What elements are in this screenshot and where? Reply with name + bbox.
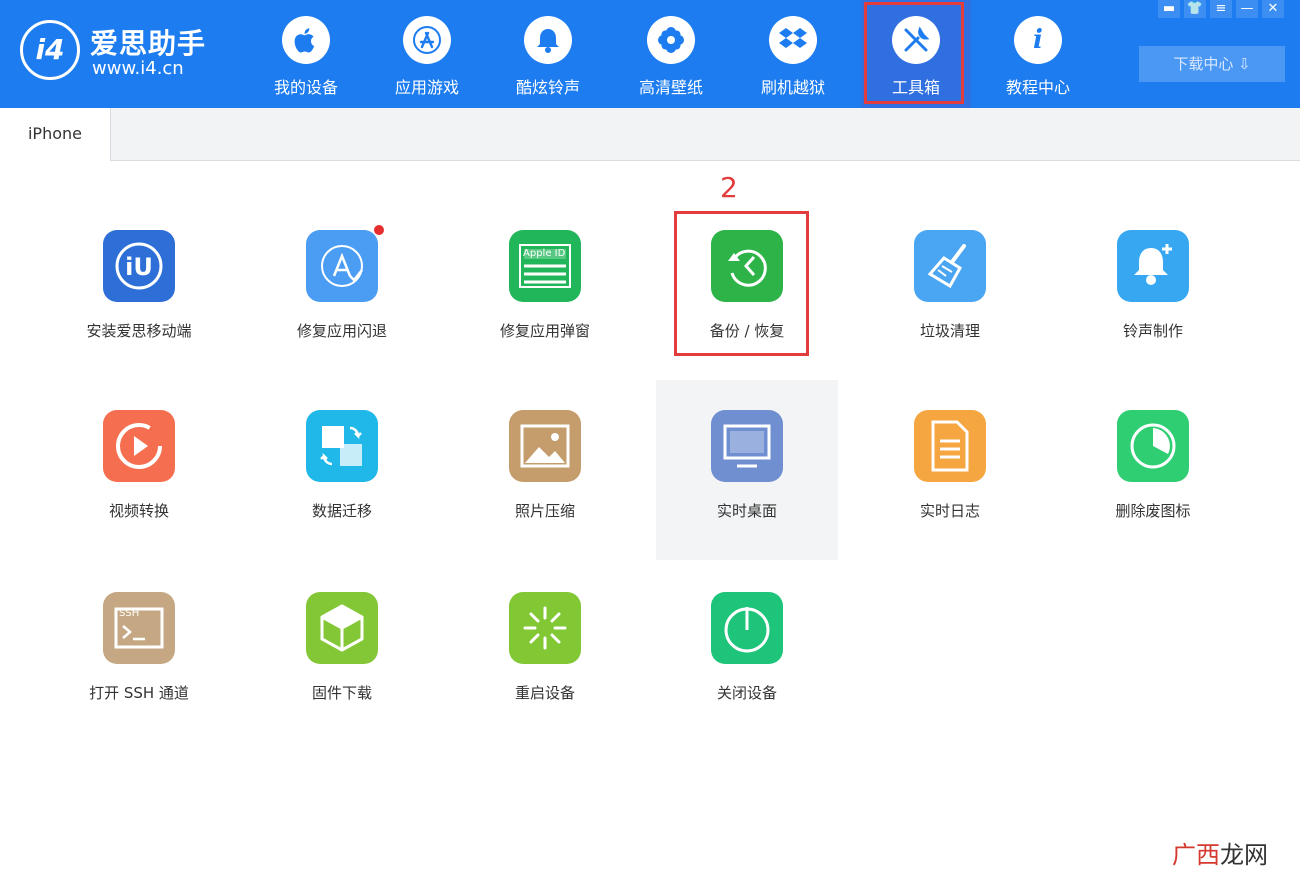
tool-junk-cleaner[interactable]: 垃圾清理 [859, 200, 1041, 380]
tool-delete-dead-icons[interactable]: 删除废图标 [1062, 380, 1244, 560]
tool-photo-compress[interactable]: 照片压缩 [454, 380, 636, 560]
nav-apps-games[interactable]: 应用游戏 [372, 0, 482, 108]
photo-icon [509, 410, 581, 482]
tool-restart-device[interactable]: 重启设备 [454, 562, 636, 742]
nav-ringtones[interactable]: 酷炫铃声 [493, 0, 603, 108]
tool-label: 修复应用闪退 [296, 322, 387, 340]
tool-ringtone-maker[interactable]: 铃声制作 [1062, 200, 1244, 380]
pie-icon [1117, 410, 1189, 482]
nav-label: 刷机越狱 [760, 78, 825, 97]
app-url: www.i4.cn [92, 58, 184, 79]
tool-label: 关闭设备 [716, 684, 777, 702]
i4-icon: iU [103, 230, 175, 302]
device-tab-bar: iPhone [0, 108, 1300, 161]
tool-label: 重启设备 [514, 684, 575, 702]
document-icon [914, 410, 986, 482]
nav-label: 应用游戏 [394, 78, 459, 97]
nav-flash-jailbreak[interactable]: 刷机越狱 [738, 0, 848, 108]
tool-label: 修复应用弹窗 [499, 322, 590, 340]
video-icon [103, 410, 175, 482]
tool-label: 固件下载 [311, 684, 372, 702]
window-controls: ▬ 👕 ≡ — ✕ [1158, 0, 1284, 18]
watermark: 广西龙网 [1172, 835, 1268, 870]
annotation-box-toolbox [864, 2, 964, 104]
minimize-icon[interactable]: — [1236, 0, 1258, 18]
migrate-icon [306, 410, 378, 482]
tool-video-convert[interactable]: 视频转换 [48, 380, 230, 560]
tool-label: 实时日志 [919, 502, 980, 520]
svg-text:iU: iU [125, 253, 153, 281]
ssh-text: SSH [119, 608, 140, 619]
tool-label: 视频转换 [108, 502, 169, 520]
tool-realtime-desktop[interactable]: 实时桌面 [656, 380, 838, 560]
close-icon[interactable]: ✕ [1262, 0, 1284, 18]
i4-logo-icon: i4 [20, 20, 80, 80]
app-repair-icon [306, 230, 378, 302]
apple-id-text: Apple ID [523, 248, 566, 259]
monitor-icon [711, 410, 783, 482]
app-title: 爱思助手 [90, 27, 207, 60]
tool-install-i4-mobile[interactable]: iU 安装爱思移动端 [48, 200, 230, 380]
apple-icon [282, 16, 330, 64]
app-store-icon [403, 16, 451, 64]
tool-data-migration[interactable]: 数据迁移 [251, 380, 433, 560]
flower-icon [647, 16, 695, 64]
nav-label: 高清壁纸 [638, 78, 703, 97]
skin-icon[interactable]: 👕 [1184, 0, 1206, 18]
notification-dot [373, 224, 385, 236]
tool-open-ssh[interactable]: SSH 打开 SSH 通道 [48, 562, 230, 742]
nav-my-device[interactable]: 我的设备 [251, 0, 361, 108]
apple-id-icon: Apple ID [509, 230, 581, 302]
broom-icon [914, 230, 986, 302]
nav-tutorials[interactable]: i 教程中心 [983, 0, 1093, 108]
nav-label: 酷炫铃声 [515, 78, 580, 97]
tool-shutdown-device[interactable]: 关闭设备 [656, 562, 838, 742]
nav-label: 我的设备 [273, 78, 338, 97]
bell-plus-icon [1117, 230, 1189, 302]
tool-fix-app-crash[interactable]: 修复应用闪退 [251, 200, 433, 380]
tool-label: 照片压缩 [514, 502, 575, 520]
tool-label: 删除废图标 [1115, 502, 1191, 520]
cube-icon [306, 592, 378, 664]
annotation-box-backup [674, 211, 809, 356]
dropbox-icon [769, 16, 817, 64]
tool-fix-app-popup[interactable]: Apple ID 修复应用弹窗 [454, 200, 636, 380]
nav-wallpapers[interactable]: 高清壁纸 [616, 0, 726, 108]
nav-label: 教程中心 [1005, 78, 1070, 97]
tool-label: 实时桌面 [716, 502, 777, 520]
tool-label: 数据迁移 [311, 502, 372, 520]
tool-label: 打开 SSH 通道 [89, 684, 189, 702]
power-icon [711, 592, 783, 664]
top-bar: i4 爱思助手 www.i4.cn 我的设备 应用游戏 酷炫铃声 高清壁纸 刷机… [0, 0, 1300, 108]
terminal-icon: SSH [103, 592, 175, 664]
watermark-part1: 广西 [1172, 841, 1220, 869]
tab-iphone[interactable]: iPhone [0, 108, 111, 161]
download-center-button[interactable]: 下载中心 ⇩ [1139, 46, 1285, 82]
tool-label: 安装爱思移动端 [86, 322, 192, 340]
tool-label: 垃圾清理 [919, 322, 980, 340]
menu-icon[interactable]: ≡ [1210, 0, 1232, 18]
feedback-icon[interactable]: ▬ [1158, 0, 1180, 18]
restart-icon [509, 592, 581, 664]
app-logo: i4 爱思助手 www.i4.cn [20, 20, 220, 84]
watermark-part2: 龙网 [1220, 841, 1268, 869]
tool-firmware-download[interactable]: 固件下载 [251, 562, 433, 742]
info-icon: i [1014, 16, 1062, 64]
tool-label: 铃声制作 [1122, 322, 1183, 340]
bell-icon [524, 16, 572, 64]
tool-realtime-log[interactable]: 实时日志 [859, 380, 1041, 560]
